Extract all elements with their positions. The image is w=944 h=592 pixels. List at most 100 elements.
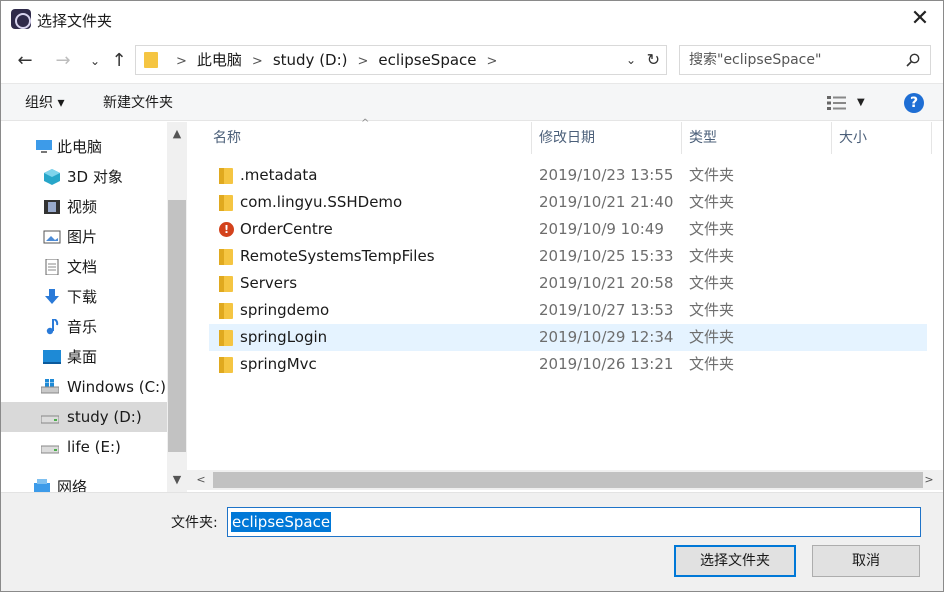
file-name: Servers: [240, 274, 298, 292]
file-name: OrderCentre: [240, 220, 333, 238]
column-divider[interactable]: [681, 122, 682, 154]
sidebar-item-windows-c[interactable]: Windows (C:): [1, 372, 167, 402]
file-name: .metadata: [240, 166, 318, 184]
file-modified: 2019/10/23 13:55: [539, 166, 674, 184]
column-divider[interactable]: [531, 122, 532, 154]
scroll-left-icon[interactable]: <: [191, 470, 211, 490]
forward-icon[interactable]: →: [51, 49, 75, 73]
sidebar-item-label: Windows (C:): [67, 378, 166, 396]
sidebar-item-label: 音乐: [67, 318, 98, 336]
file-row[interactable]: Servers 2019/10/21 20:58 文件夹: [209, 270, 927, 297]
file-list-scrollbar[interactable]: < >: [187, 470, 943, 490]
search-icon[interactable]: [906, 53, 920, 67]
column-header-modified[interactable]: 修改日期: [539, 122, 595, 154]
sidebar-item-study-d[interactable]: study (D:): [1, 402, 167, 432]
dialog-footer: 文件夹: eclipseSpace 选择文件夹 取消: [1, 492, 943, 591]
file-list: ^ 名称 修改日期 类型 大小 .metadata 2019/10/23 13:…: [187, 118, 943, 492]
view-options-icon[interactable]: [827, 96, 847, 110]
address-dropdown-icon[interactable]: ⌄: [626, 46, 636, 74]
folder-name-value[interactable]: eclipseSpace: [231, 512, 332, 532]
scroll-right-icon[interactable]: >: [919, 470, 939, 490]
folder-icon: [219, 330, 233, 346]
search-box[interactable]: 搜索"eclipseSpace": [679, 45, 931, 75]
file-modified: 2019/10/25 15:33: [539, 247, 674, 265]
scroll-up-icon[interactable]: ▲: [167, 124, 187, 144]
up-icon[interactable]: ↑: [107, 49, 131, 73]
search-input[interactable]: 搜索"eclipseSpace": [689, 46, 821, 74]
view-dropdown-icon[interactable]: ▼: [857, 84, 865, 122]
sidebar-item-life-e[interactable]: life (E:): [1, 432, 167, 462]
sidebar-item-pictures[interactable]: 图片: [1, 222, 167, 252]
window-title: 选择文件夹: [37, 12, 113, 30]
file-modified: 2019/10/29 12:34: [539, 328, 674, 346]
folder-icon: [219, 276, 233, 292]
organize-menu-button[interactable]: 组织 ▾: [25, 84, 64, 122]
sidebar-item-label: 此电脑: [57, 138, 103, 156]
document-icon: [45, 259, 59, 275]
column-header-name[interactable]: 名称: [213, 122, 241, 154]
sidebar-item-label: 下载: [67, 288, 98, 306]
scrollbar-thumb[interactable]: [168, 200, 186, 452]
column-divider[interactable]: [931, 122, 932, 154]
picture-icon: [43, 230, 61, 244]
help-icon[interactable]: ?: [904, 93, 924, 113]
file-modified: 2019/10/21 20:58: [539, 274, 674, 292]
file-type: 文件夹: [689, 301, 735, 319]
address-bar[interactable]: > 此电脑 > study (D:) > eclipseSpace > ⌄ ↻: [135, 45, 667, 75]
sidebar-item-network[interactable]: 网络: [1, 472, 167, 492]
recent-locations-icon[interactable]: ⌄: [83, 49, 107, 73]
file-row-selected[interactable]: springLogin 2019/10/29 12:34 文件夹: [209, 324, 927, 351]
close-button[interactable]: ✕: [897, 1, 943, 39]
column-header-size[interactable]: 大小: [839, 122, 867, 154]
refresh-icon[interactable]: ↻: [647, 46, 660, 74]
desktop-icon: [43, 350, 61, 364]
folder-name-input[interactable]: eclipseSpace: [227, 507, 921, 537]
folder-icon: [219, 249, 233, 265]
file-modified: 2019/10/21 21:40: [539, 193, 674, 211]
sidebar-item-label: 3D 对象: [67, 168, 123, 186]
sidebar-item-music[interactable]: 音乐: [1, 312, 167, 342]
pc-icon: [36, 140, 52, 153]
new-folder-button[interactable]: 新建文件夹: [103, 84, 173, 122]
breadcrumb-item-folder[interactable]: eclipseSpace: [378, 51, 476, 69]
sidebar-item-desktop[interactable]: 桌面: [1, 342, 167, 372]
sidebar-item-videos[interactable]: 视频: [1, 192, 167, 222]
file-name: springdemo: [240, 301, 330, 319]
sidebar-item-documents[interactable]: 文档: [1, 252, 167, 282]
file-row[interactable]: springdemo 2019/10/27 13:53 文件夹: [209, 297, 927, 324]
back-icon[interactable]: ←: [13, 49, 37, 73]
scrollbar-thumb[interactable]: [213, 472, 923, 488]
file-row[interactable]: RemoteSystemsTempFiles 2019/10/25 15:33 …: [209, 243, 927, 270]
navigation-bar: ← → ⌄ ↑ > 此电脑 > study (D:) > eclipseSpace > ⌄ …: [1, 39, 943, 83]
sort-ascending-icon: ^: [361, 118, 370, 129]
file-row[interactable]: .metadata 2019/10/23 13:55 文件夹: [209, 162, 927, 189]
sidebar-item-label: 图片: [67, 228, 98, 246]
file-row[interactable]: com.lingyu.SSHDemo 2019/10/21 21:40 文件夹: [209, 189, 927, 216]
column-header-type[interactable]: 类型: [689, 122, 717, 154]
file-row[interactable]: OrderCentre 2019/10/9 10:49 文件夹: [209, 216, 927, 243]
sidebar-item-this-pc[interactable]: 此电脑: [1, 132, 167, 162]
sidebar-item-label: 视频: [67, 198, 98, 216]
folder-picker-dialog: 选择文件夹 ✕ ← → ⌄ ↑ > 此电脑 > study (D:) > eclipseS…: [0, 0, 944, 592]
sidebar-item-downloads[interactable]: 下载: [1, 282, 167, 312]
folder-icon: [219, 195, 233, 211]
chevron-right-icon[interactable]: >: [358, 54, 369, 69]
file-type: 文件夹: [689, 166, 735, 184]
column-divider[interactable]: [831, 122, 832, 154]
file-modified: 2019/10/26 13:21: [539, 355, 674, 373]
scroll-down-icon[interactable]: ▼: [167, 470, 187, 490]
breadcrumb: > 此电脑 > study (D:) > eclipseSpace >: [166, 46, 507, 74]
cancel-button[interactable]: 取消: [812, 545, 920, 577]
breadcrumb-item-drive[interactable]: study (D:): [273, 51, 348, 69]
folder-icon: [219, 357, 233, 373]
breadcrumb-item-pc[interactable]: 此电脑: [197, 51, 242, 69]
file-row[interactable]: springMvc 2019/10/26 13:21 文件夹: [209, 351, 927, 378]
project-error-icon: [219, 222, 234, 237]
select-folder-button[interactable]: 选择文件夹: [674, 545, 796, 577]
sidebar-scrollbar[interactable]: ▲ ▼: [167, 122, 187, 492]
download-icon: [45, 289, 59, 304]
chevron-right-icon[interactable]: >: [252, 54, 263, 69]
chevron-right-icon[interactable]: >: [487, 54, 498, 69]
sidebar-item-label: 桌面: [67, 348, 98, 366]
sidebar-item-3d-objects[interactable]: 3D 对象: [1, 162, 167, 192]
